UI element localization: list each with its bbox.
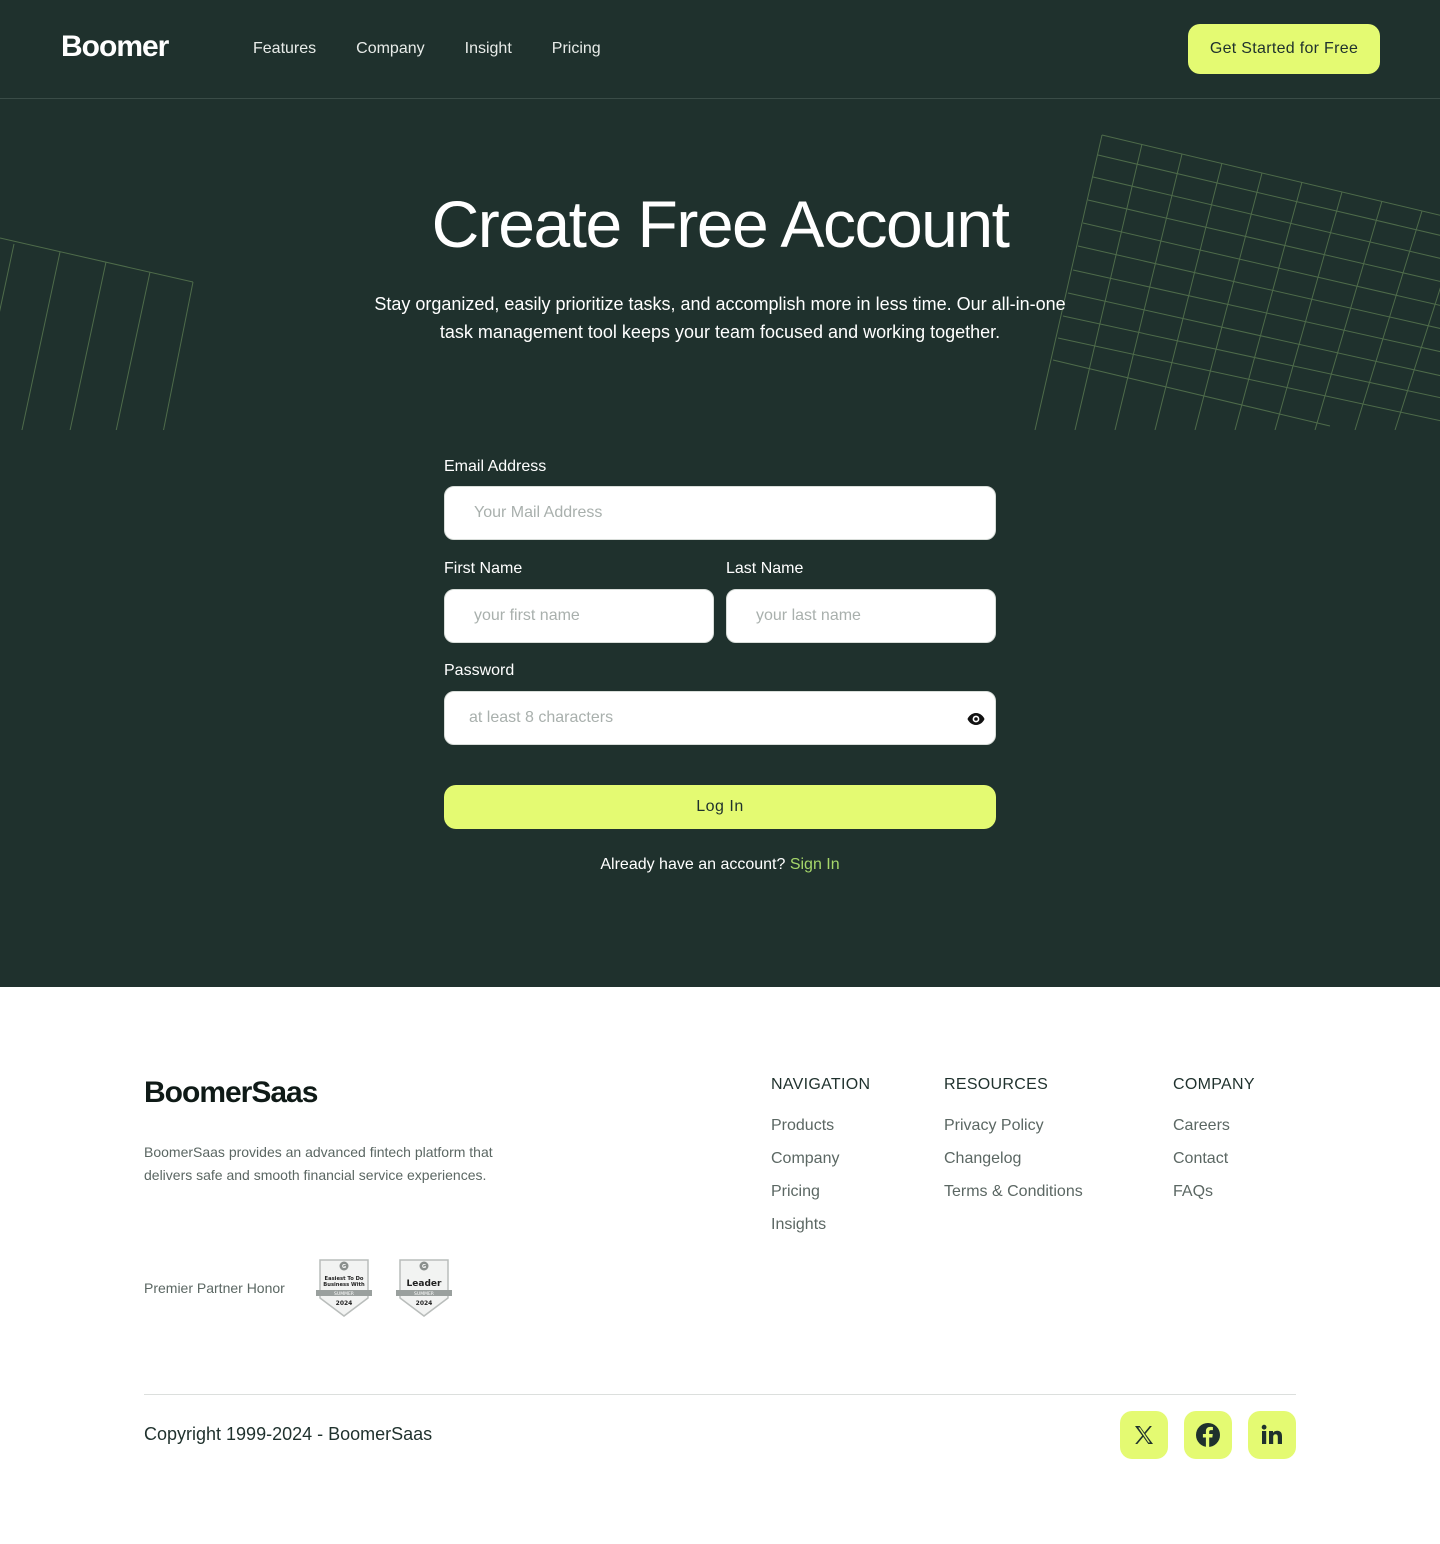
nav-company[interactable]: Company <box>356 40 424 58</box>
badge-2-season: SUMMER <box>414 1291 434 1297</box>
footer-logo[interactable]: BoomerSaas <box>144 1076 318 1110</box>
footer-link-careers[interactable]: Careers <box>1173 1117 1255 1135</box>
top-header: Boomer Features Company Insight Pricing … <box>0 0 1440 99</box>
first-name-input[interactable] <box>444 589 714 643</box>
brand-logo[interactable]: Boomer <box>61 30 169 64</box>
login-button[interactable]: Log In <box>444 785 996 829</box>
page-subtitle: Stay organized, easily prioritize tasks,… <box>374 294 1066 342</box>
footer-link-pricing[interactable]: Pricing <box>771 1183 870 1201</box>
badge-2-year: 2024 <box>416 1300 433 1307</box>
signin-prompt-text: Already have an account? <box>600 856 786 873</box>
footer-link-insights[interactable]: Insights <box>771 1216 870 1234</box>
footer-col-title: COMPANY <box>1173 1076 1255 1093</box>
facebook-icon <box>1196 1423 1220 1447</box>
signin-link[interactable]: Sign In <box>790 856 840 873</box>
get-started-button[interactable]: Get Started for Free <box>1188 24 1380 74</box>
password-label: Password <box>444 662 515 679</box>
footer-col-navigation: NAVIGATION Products Company Pricing Insi… <box>771 1076 870 1249</box>
page-title: Create Free Account <box>431 187 1010 261</box>
svg-text:G: G <box>342 1264 346 1270</box>
email-label: Email Address <box>444 458 547 475</box>
last-name-input[interactable] <box>726 589 996 643</box>
footer-divider <box>144 1394 1296 1395</box>
last-name-label: Last Name <box>726 560 804 577</box>
copyright-text: Copyright 1999-2024 - BoomerSaas <box>144 1424 433 1444</box>
password-input[interactable] <box>444 691 996 745</box>
partner-label: Premier Partner Honor <box>144 1280 285 1296</box>
footer-link-changelog[interactable]: Changelog <box>944 1150 1083 1168</box>
g2-badge-leader: G Leader SUMMER 2024 <box>396 1259 452 1317</box>
footer-col-company: COMPANY Careers Contact FAQs <box>1173 1076 1255 1216</box>
footer-col-title: RESOURCES <box>944 1076 1049 1093</box>
hero-section: Boomer Features Company Insight Pricing … <box>0 0 1440 987</box>
badge-1-title-2: Business With <box>323 1282 365 1288</box>
footer-col-title: NAVIGATION <box>771 1076 871 1093</box>
nav-features[interactable]: Features <box>253 40 316 58</box>
email-input[interactable] <box>444 486 996 540</box>
nav-insight[interactable]: Insight <box>465 40 512 58</box>
svg-text:G: G <box>422 1264 426 1270</box>
nav-pricing[interactable]: Pricing <box>552 40 601 58</box>
footer-link-products[interactable]: Products <box>771 1117 870 1135</box>
badge-1-year: 2024 <box>336 1300 353 1307</box>
footer-col-resources: RESOURCES Privacy Policy Changelog Terms… <box>944 1076 1083 1216</box>
badge-1-season: SUMMER <box>334 1291 354 1297</box>
x-social-button[interactable] <box>1120 1411 1168 1459</box>
footer-description: BoomerSaas provides an advanced fintech … <box>144 1144 493 1183</box>
facebook-social-button[interactable] <box>1184 1411 1232 1459</box>
eye-icon[interactable] <box>967 712 985 726</box>
first-name-label: First Name <box>444 560 523 577</box>
badge-2-title: Leader <box>407 1279 442 1289</box>
linkedin-social-button[interactable] <box>1248 1411 1296 1459</box>
main-nav: Features Company Insight Pricing <box>253 40 641 58</box>
g2-badge-easiest: G Easiest To Do Business With SUMMER 202… <box>316 1259 372 1317</box>
footer-link-company[interactable]: Company <box>771 1150 870 1168</box>
x-icon <box>1135 1426 1153 1444</box>
footer-link-privacy[interactable]: Privacy Policy <box>944 1117 1083 1135</box>
footer-link-faqs[interactable]: FAQs <box>1173 1183 1255 1201</box>
signin-prompt-row: Already have an account? Sign In <box>444 856 996 874</box>
footer-link-terms[interactable]: Terms & Conditions <box>944 1183 1083 1201</box>
grid-pattern-right <box>1034 134 1440 430</box>
footer-link-contact[interactable]: Contact <box>1173 1150 1255 1168</box>
linkedin-icon <box>1261 1424 1282 1444</box>
